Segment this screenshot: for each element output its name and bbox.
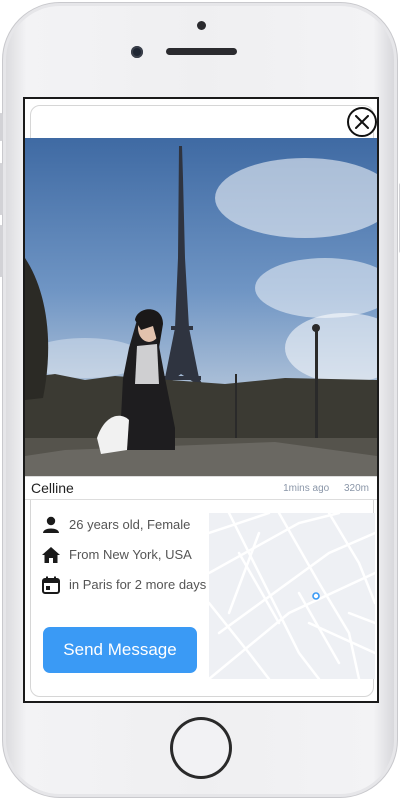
mute-switch: [0, 113, 3, 141]
eiffel-tower-photo: [25, 138, 377, 476]
home-button-face: [173, 720, 229, 776]
last-seen: 1mins ago: [283, 483, 330, 494]
send-message-button[interactable]: Send Message: [43, 627, 197, 673]
profile-photo[interactable]: [25, 138, 377, 476]
screen: Celline 1mins ago 320m 26 years old, Fem…: [23, 97, 379, 703]
calendar-icon: [42, 576, 60, 594]
earpiece-speaker: [166, 48, 237, 55]
distance: 320m: [343, 483, 369, 494]
profile-name-row: Celline 1mins ago 320m: [25, 476, 377, 500]
close-icon: [355, 115, 369, 129]
front-camera: [131, 46, 143, 58]
person-icon: [43, 516, 59, 533]
volume-up-button: [0, 163, 3, 215]
volume-down-button: [0, 225, 3, 277]
location-map[interactable]: [209, 513, 375, 679]
home-icon: [42, 547, 60, 563]
location-marker: [312, 592, 320, 600]
stay-duration-text: in Paris for 2 more days: [69, 577, 207, 592]
hometown-text: From New York, USA: [69, 547, 192, 562]
close-button[interactable]: [347, 107, 377, 137]
profile-meta: 1mins ago 320m: [271, 483, 369, 494]
home-button[interactable]: [170, 717, 232, 779]
map-streets: [209, 513, 375, 679]
age-gender-text: 26 years old, Female: [69, 517, 191, 532]
proximity-sensor: [197, 21, 206, 30]
profile-name: Celline: [31, 480, 74, 496]
